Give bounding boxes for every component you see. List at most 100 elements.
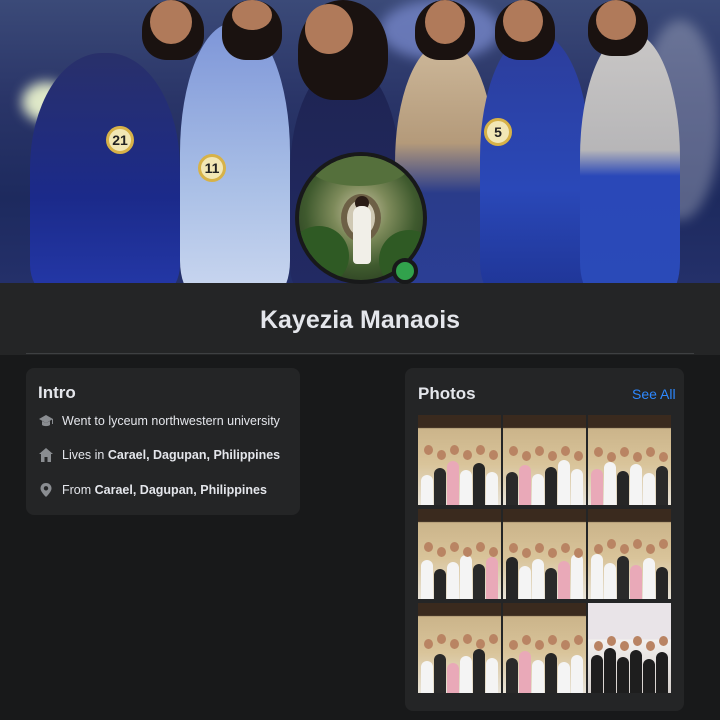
contestant-badge: 21 [106,126,134,154]
photo-person [545,568,558,599]
photo-person [420,475,433,505]
photos-title[interactable]: Photos [418,384,476,404]
photo-person-face [646,544,655,554]
photo-person [616,556,629,599]
photo-thumbnail[interactable] [418,415,501,505]
photo-person [558,460,571,505]
photo-person-face [535,640,544,650]
photo-person [446,562,459,599]
photo-person [643,558,656,599]
photo-person-face [424,542,433,552]
photo-person [656,567,669,599]
photo-person [558,561,571,599]
cover-person [580,33,680,283]
location-pin-icon [38,482,54,498]
photo-person [630,565,643,599]
photo-person [616,657,629,693]
photo-person [473,463,486,505]
photo-person-face [620,447,629,457]
photo-person-face [476,445,485,455]
photo-person-face [659,636,668,646]
photo-thumbnail[interactable] [588,415,671,505]
photo-person-face [620,641,629,651]
photo-person-face [633,539,642,549]
photo-person-face [437,634,446,644]
photo-person [486,472,499,505]
photo-person-face [633,636,642,646]
see-all-photos-link[interactable]: See All [632,386,676,402]
photo-person [505,557,518,599]
photo-person [486,557,499,599]
header-divider [26,353,694,354]
photo-person-face [489,634,498,644]
photo-person-face [594,447,603,457]
photo-person [656,652,669,693]
photo-person-face [463,450,472,460]
photo-thumbnail[interactable] [418,603,501,693]
photo-person [603,563,616,599]
photo-person [545,653,558,693]
photo-thumbnail[interactable] [503,603,586,693]
photo-person [446,663,459,693]
intro-item-text: Went to lyceum northwestern university [62,414,280,428]
photo-person-face [659,452,668,462]
cover-face [232,0,272,30]
cover-face [425,0,465,44]
photo-person-face [574,548,583,558]
hometown-link[interactable]: Carael, Dagupan, Philippines [95,483,267,497]
photo-person [505,658,518,693]
photo-person [433,569,446,599]
photo-person [630,650,643,693]
photos-card: Photos See All [405,368,684,711]
photo-person [545,467,558,505]
photo-person [460,555,473,599]
photo-person [433,654,446,693]
photo-person [518,465,531,505]
photo-person-face [509,446,518,456]
photo-person-face [522,635,531,645]
photo-person-face [489,547,498,557]
photo-person-face [646,447,655,457]
photo-person-face [522,548,531,558]
photo-person-face [450,639,459,649]
photo-person-face [476,639,485,649]
photo-person-face [548,635,557,645]
cover-face [150,0,192,44]
photo-thumbnail[interactable] [588,509,671,599]
photo-thumbnail[interactable] [418,509,501,599]
cover-face [305,4,353,54]
photo-person [518,651,531,693]
photo-person [505,472,518,505]
photo-person [460,470,473,505]
cover-face [596,0,636,40]
photo-person [656,466,669,505]
contestant-badge: 11 [198,154,226,182]
photo-person [603,462,616,505]
photo-person-face [607,452,616,462]
intro-item-hometown: From Carael, Dagupan, Philippines [38,482,267,498]
residence-link[interactable]: Carael, Dagupan, Philippines [108,448,280,462]
photo-person [518,566,531,599]
photo-thumbnail[interactable] [588,603,671,693]
cover-person [180,23,290,283]
avatar-foliage [299,226,349,280]
photo-person-face [450,542,459,552]
photo-person [571,655,584,693]
photo-person-face [607,636,616,646]
photo-person-face [561,543,570,553]
photo-person [571,469,584,505]
intro-item-education: Went to lyceum northwestern university [38,413,280,429]
cover-face [503,0,543,42]
cover-person [480,33,590,283]
photo-person [420,661,433,693]
photo-person-face [437,450,446,460]
avatar-foliage [309,156,409,186]
photo-person-face [424,639,433,649]
photo-person [486,658,499,693]
photo-thumbnail[interactable] [503,509,586,599]
intro-title: Intro [38,383,76,402]
photo-thumbnail[interactable] [503,415,586,505]
photo-person [603,648,616,693]
photo-person-face [548,548,557,558]
intro-item-prefix: From [62,483,95,497]
